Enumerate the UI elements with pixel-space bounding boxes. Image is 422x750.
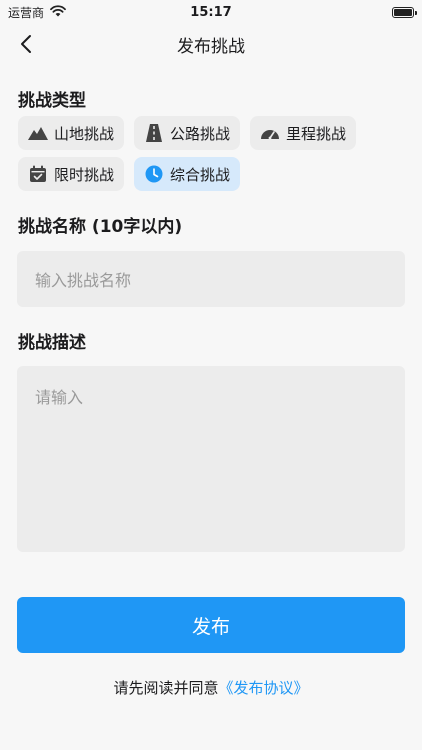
- type-option-mountain[interactable]: 山地挑战: [18, 116, 125, 150]
- type-option-label: 里程挑战: [286, 124, 347, 143]
- type-option-mileage[interactable]: 里程挑战: [250, 116, 357, 150]
- carrier-label: 运营商: [8, 5, 45, 20]
- challenge-name-placeholder: 输入挑战名称: [35, 271, 132, 290]
- type-option-timed[interactable]: 限时挑战: [18, 157, 125, 191]
- type-option-label: 限时挑战: [54, 165, 115, 184]
- type-option-label: 公路挑战: [170, 124, 231, 143]
- publish-button[interactable]: 发布: [17, 597, 405, 653]
- challenge-description-input[interactable]: 请输入: [17, 366, 405, 552]
- calendar-icon: [28, 164, 48, 184]
- type-section-title: 挑战类型: [18, 91, 86, 111]
- mountain-icon: [28, 123, 48, 143]
- challenge-description-placeholder: 请输入: [35, 388, 84, 407]
- type-option-comprehensive[interactable]: 综合挑战: [134, 157, 241, 191]
- clock-icon: [144, 164, 164, 184]
- road-icon: [144, 123, 164, 143]
- status-time: 15:17: [190, 4, 232, 20]
- page-title: 发布挑战: [177, 36, 245, 57]
- type-option-label: 综合挑战: [170, 165, 231, 184]
- type-option-road[interactable]: 公路挑战: [134, 116, 241, 150]
- speedometer-icon: [260, 123, 280, 143]
- status-bar: 运营商 15:17: [0, 0, 422, 24]
- name-section-title: 挑战名称 (10字以内): [18, 217, 183, 237]
- desc-section-title: 挑战描述: [18, 333, 86, 353]
- agreement-link[interactable]: 《发布协议》: [219, 679, 309, 697]
- type-option-label: 山地挑战: [54, 124, 115, 143]
- chevron-left-icon: [21, 35, 31, 53]
- back-button[interactable]: [10, 28, 42, 60]
- nav-bar: 发布挑战: [0, 24, 422, 64]
- agreement-text: 请先阅读并同意《发布协议》: [0, 677, 422, 698]
- status-left: 运营商: [8, 4, 66, 21]
- publish-button-label: 发布: [191, 615, 230, 638]
- battery-icon: [392, 6, 417, 18]
- agreement-prefix: 请先阅读并同意: [113, 679, 219, 697]
- wifi-icon: [50, 4, 66, 20]
- challenge-name-input[interactable]: 输入挑战名称: [17, 251, 405, 307]
